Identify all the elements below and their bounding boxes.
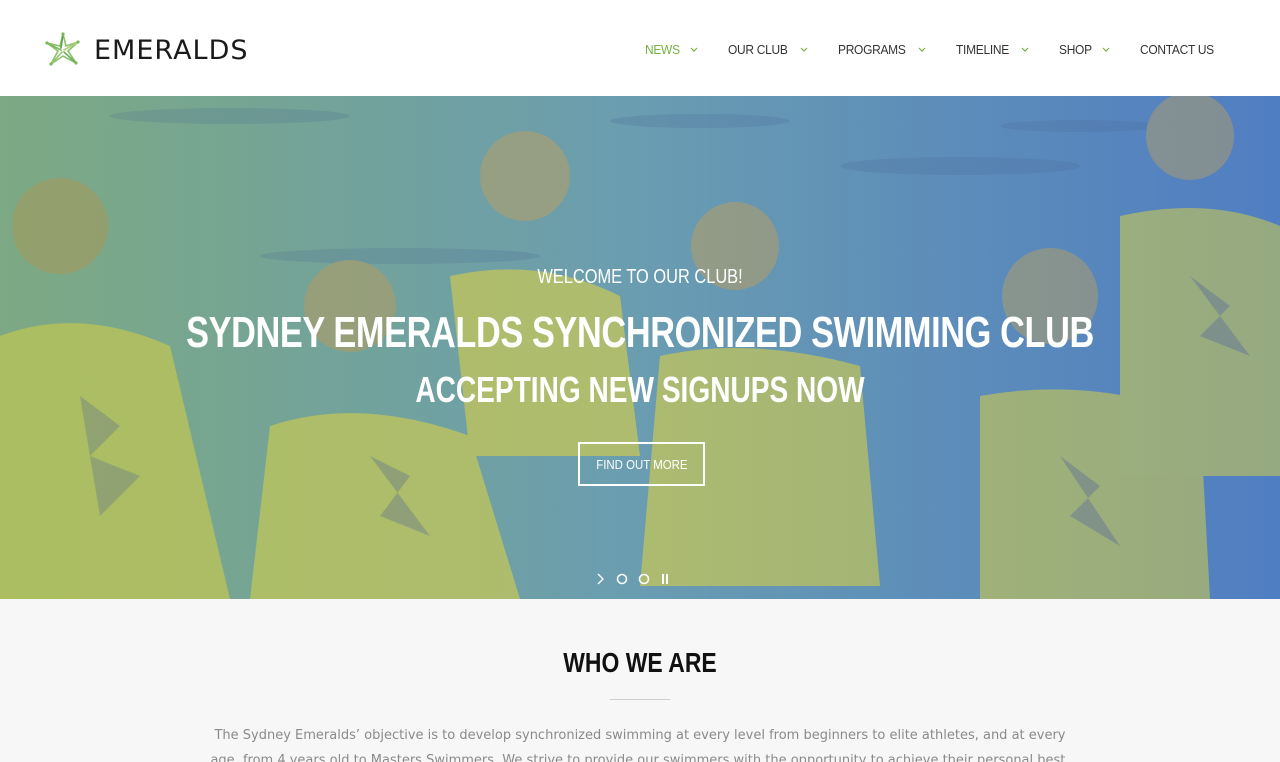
section-title: WHO WE ARE bbox=[563, 647, 717, 678]
chevron-down-icon bbox=[1102, 47, 1110, 52]
site-header: EMERALDS NEWS OUR CLUB PROGRAMS TIMELINE… bbox=[0, 0, 1280, 96]
hero-slider: WELCOME TO OUR CLUB! SYDNEY EMERALDS SYN… bbox=[0, 96, 1280, 599]
nav-item-news[interactable]: NEWS bbox=[645, 42, 698, 57]
circle-icon[interactable] bbox=[616, 573, 628, 585]
nav-item-programs[interactable]: PROGRAMS bbox=[838, 42, 926, 57]
nav-item-contact-us[interactable]: CONTACT US bbox=[1140, 42, 1220, 57]
chevron-down-icon bbox=[1021, 47, 1029, 52]
hero-subtitle: ACCEPTING NEW SIGNUPS NOW bbox=[415, 369, 865, 410]
hero-title: SYDNEY EMERALDS SYNCHRONIZED SWIMMING CL… bbox=[186, 308, 1094, 357]
nav-label: PROGRAMS bbox=[838, 41, 906, 57]
nav-item-our-club[interactable]: OUR CLUB bbox=[728, 42, 808, 57]
pause-icon[interactable] bbox=[660, 573, 670, 585]
nav-label: OUR CLUB bbox=[728, 41, 788, 57]
chevron-down-icon bbox=[800, 47, 808, 52]
star-burst-logo-icon bbox=[45, 32, 80, 66]
circle-icon[interactable] bbox=[638, 573, 650, 585]
divider bbox=[610, 699, 670, 700]
cta-label: FIND OUT MORE bbox=[595, 456, 688, 472]
find-out-more-button[interactable]: FIND OUT MORE bbox=[578, 442, 705, 486]
chevron-down-icon bbox=[690, 47, 698, 52]
chevron-down-icon bbox=[919, 47, 926, 52]
hero-content: WELCOME TO OUR CLUB! SYDNEY EMERALDS SYN… bbox=[0, 96, 1280, 599]
section-description: The Sydney Emeralds’ objective is to dev… bbox=[210, 728, 1070, 762]
nav-label: NEWS bbox=[645, 41, 681, 57]
logo[interactable]: EMERALDS bbox=[42, 30, 249, 70]
nav-label: CONTACT US bbox=[1139, 41, 1214, 57]
main-nav: NEWS OUR CLUB PROGRAMS TIMELINE SHOP CON… bbox=[645, 36, 1220, 62]
slider-controls bbox=[596, 572, 680, 586]
nav-item-shop[interactable]: SHOP bbox=[1059, 42, 1110, 57]
hero-welcome: WELCOME TO OUR CLUB! bbox=[537, 266, 743, 288]
nav-label: TIMELINE bbox=[956, 41, 1010, 57]
chevron-right-icon[interactable] bbox=[596, 572, 606, 586]
brand-name: EMERALDS bbox=[94, 34, 249, 66]
nav-label: SHOP bbox=[1059, 41, 1092, 57]
nav-item-timeline[interactable]: TIMELINE bbox=[956, 42, 1029, 57]
who-we-are-section: WHO WE ARE The Sydney Emeralds’ objectiv… bbox=[0, 599, 1280, 762]
